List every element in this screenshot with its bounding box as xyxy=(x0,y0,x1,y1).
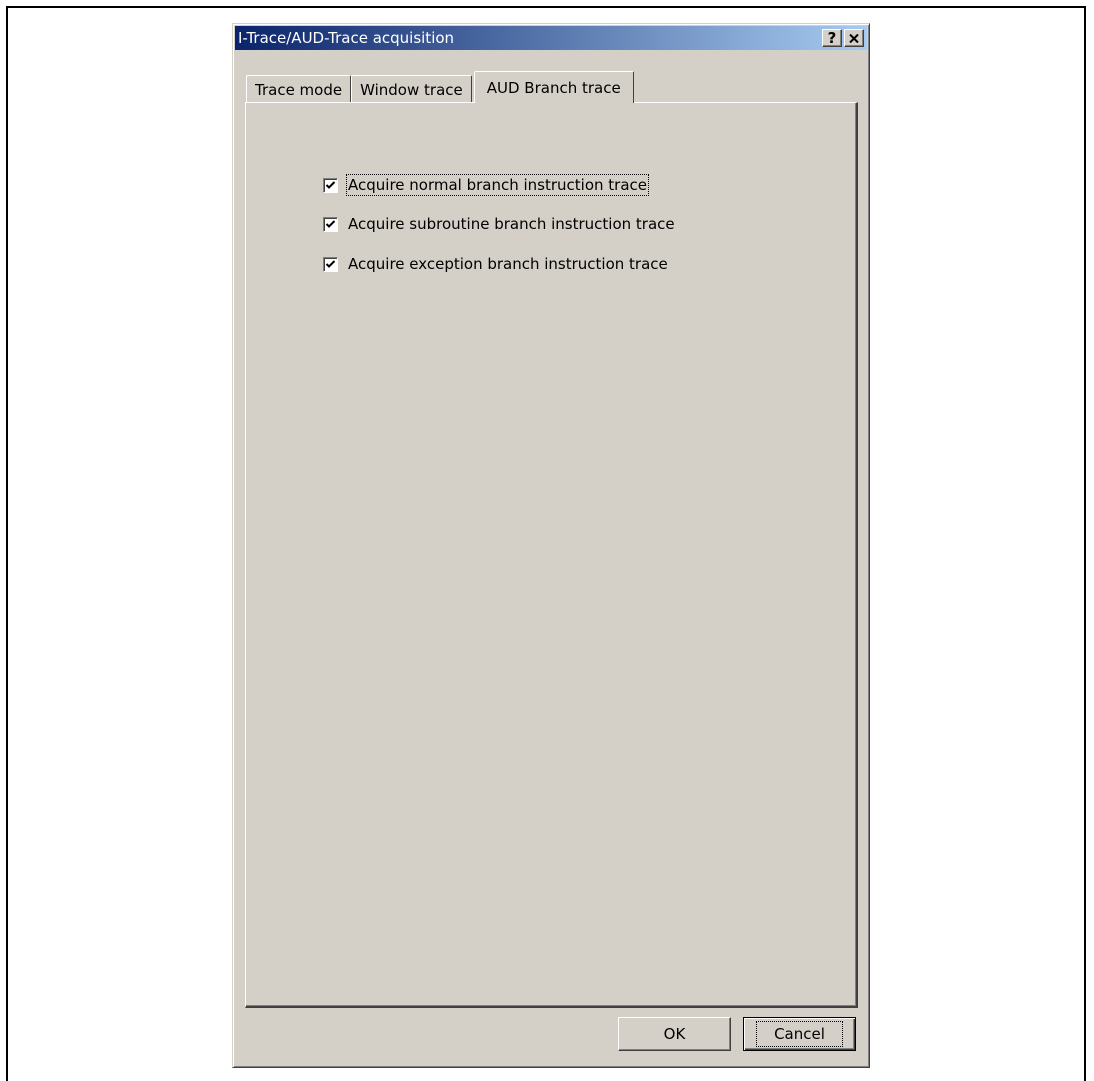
normal-branch-checkbox[interactable] xyxy=(323,177,338,193)
subroutine-branch-checkbox[interactable] xyxy=(323,216,338,232)
checkmark-icon xyxy=(325,259,336,268)
close-button[interactable] xyxy=(844,29,864,47)
trace-acquisition-dialog: I-Trace/AUD-Trace acquisition ? Trace mo… xyxy=(232,23,870,1068)
cancel-button-label: Cancel xyxy=(756,1021,843,1047)
checkmark-icon xyxy=(325,180,336,189)
cancel-button[interactable]: Cancel xyxy=(743,1017,856,1051)
exception-branch-checkbox[interactable] xyxy=(323,256,338,272)
tab-window-trace[interactable]: Window trace xyxy=(351,75,472,103)
aud-branch-trace-panel: Acquire normal branch instruction trace … xyxy=(245,102,858,1008)
title-buttons: ? xyxy=(822,29,867,47)
dialog-title: I-Trace/AUD-Trace acquisition xyxy=(238,29,455,47)
tab-strip: Trace mode Window trace AUD Branch trace xyxy=(246,71,634,103)
title-bar[interactable]: I-Trace/AUD-Trace acquisition ? xyxy=(235,26,867,50)
option-exception-branch[interactable]: Acquire exception branch instruction tra… xyxy=(323,255,668,273)
normal-branch-label[interactable]: Acquire normal branch instruction trace xyxy=(345,174,650,196)
ok-button[interactable]: OK xyxy=(618,1017,731,1051)
exception-branch-label[interactable]: Acquire exception branch instruction tra… xyxy=(348,255,668,273)
tab-trace-mode[interactable]: Trace mode xyxy=(246,75,352,103)
option-subroutine-branch[interactable]: Acquire subroutine branch instruction tr… xyxy=(323,215,675,233)
option-normal-branch[interactable]: Acquire normal branch instruction trace xyxy=(323,174,650,196)
help-button[interactable]: ? xyxy=(822,29,842,47)
checkmark-icon xyxy=(325,219,336,228)
subroutine-branch-label[interactable]: Acquire subroutine branch instruction tr… xyxy=(348,215,675,233)
close-icon xyxy=(849,33,859,43)
tab-aud-branch-trace[interactable]: AUD Branch trace xyxy=(473,71,634,103)
